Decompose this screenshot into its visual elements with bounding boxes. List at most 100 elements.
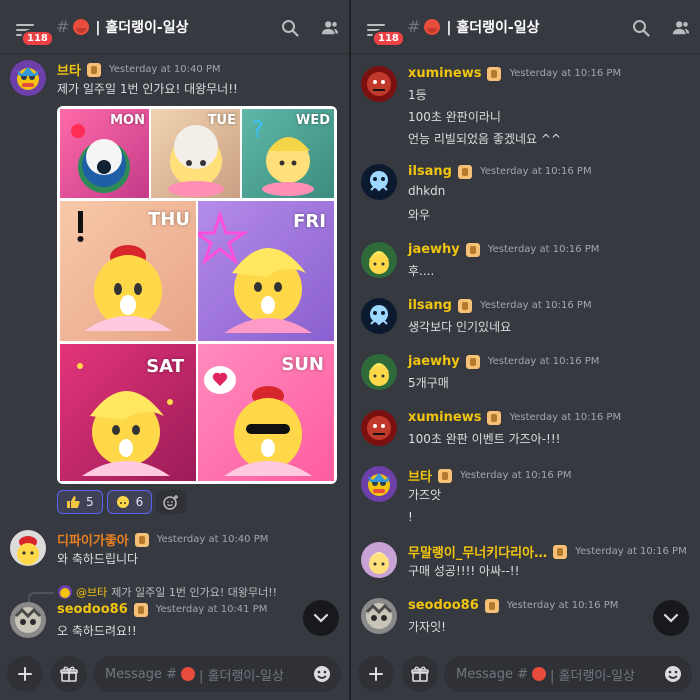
role-icon [133, 602, 148, 617]
members-icon[interactable] [672, 19, 690, 37]
author-name[interactable]: 디파이가좋아 [57, 530, 129, 549]
message-item: xuminews Yesterday at 10:16 PM 1등 100초 완판… [351, 66, 700, 152]
message-text: 후.... [408, 264, 435, 278]
author-name[interactable]: 브타 [408, 466, 432, 485]
add-attachment-button[interactable] [7, 656, 43, 692]
author-name[interactable]: ilsang [408, 164, 452, 179]
message-composer: Message # | 홀더랭이-일상 [351, 648, 700, 700]
role-icon [487, 66, 502, 81]
channel-name[interactable]: | 홀더랭이-일상 [446, 17, 539, 37]
chevron-down-icon [313, 613, 329, 623]
reaction-count: 5 [86, 495, 94, 509]
tile-fri: FRI [198, 201, 334, 341]
message-input[interactable]: Message # | 홀더랭이-일상 [444, 656, 692, 692]
octopus-emoji-icon [73, 18, 90, 35]
notification-badge: 118 [372, 29, 405, 47]
avatar[interactable] [361, 598, 397, 634]
message-item: 브타 Yesterday at 10:40 PM 제가 일주일 1번 인가요! … [0, 60, 349, 520]
gift-button[interactable] [402, 656, 438, 692]
emoji-picker-icon[interactable] [664, 665, 682, 683]
gift-icon [411, 666, 429, 682]
left-chat-pane: 118 # | 홀더랭이-일상 브타 Yesterday at 10:40 PM… [0, 0, 349, 700]
reaction-thumbs-up[interactable]: 5 [57, 490, 103, 514]
message-text: 와 축하드립니다 [57, 552, 139, 566]
add-reaction-button[interactable] [156, 490, 187, 514]
message-text: 1등 [408, 88, 427, 102]
placeholder-channel: | 홀더랭이-일상 [550, 668, 635, 684]
image-attachment[interactable]: MON TUE WED ? THU FRI SAT SUN [57, 106, 337, 484]
reply-connector [28, 592, 54, 602]
reaction-bar: 5 6 [57, 490, 187, 514]
avatar[interactable] [361, 66, 397, 102]
author-name[interactable]: 무말랭이_무너키다리아… [408, 542, 547, 561]
message-list: 브타 Yesterday at 10:40 PM 제가 일주일 1번 인가요! … [0, 54, 349, 648]
menu-button[interactable]: 118 [351, 0, 405, 54]
timestamp: Yesterday at 10:16 PM [459, 470, 572, 481]
channel-hash-icon: # [407, 17, 421, 36]
reply-avatar [58, 585, 72, 599]
gift-icon [60, 666, 78, 682]
timestamp: Yesterday at 10:16 PM [506, 600, 619, 611]
message-item: jaewhy Yesterday at 10:16 PM 5개구매 [351, 354, 700, 394]
members-icon[interactable] [321, 19, 339, 37]
author-name[interactable]: ilsang [408, 298, 452, 313]
timestamp: Yesterday at 10:16 PM [487, 356, 600, 367]
timestamp: Yesterday at 10:16 PM [575, 546, 687, 557]
message-list: xuminews Yesterday at 10:16 PM 1등 100초 완판… [351, 54, 700, 648]
avatar[interactable] [361, 542, 397, 578]
tile-tue: TUE [151, 109, 240, 198]
menu-button[interactable]: 118 [0, 0, 54, 54]
reply-text: 제가 일주일 1번 인가요! 대왕무너!! [111, 586, 278, 599]
message-item: jaewhy Yesterday at 10:16 PM 후.... [351, 242, 700, 282]
gift-button[interactable] [51, 656, 87, 692]
avatar[interactable] [361, 466, 397, 502]
avatar[interactable] [361, 298, 397, 334]
tile-sat: SAT [60, 344, 196, 481]
avatar[interactable] [10, 602, 46, 638]
timestamp: Yesterday at 10:16 PM [487, 244, 600, 255]
role-icon [465, 242, 480, 257]
avatar[interactable] [361, 242, 397, 278]
message-text: 생각보다 인기있네요 [408, 320, 512, 334]
message-text: 오 축하드려요!! [57, 624, 137, 638]
message-text: 가자잇! [408, 620, 446, 634]
author-name[interactable]: jaewhy [408, 242, 460, 257]
search-icon[interactable] [281, 19, 299, 37]
message-input[interactable]: Message # | 홀더랭이-일상 [93, 656, 341, 692]
message-text: 언능 리빌되었음 좋겠네요 ^^ [408, 132, 561, 146]
message-item: 디파이가좋아 Yesterday at 10:40 PM 와 축하드립니다 [0, 530, 349, 574]
search-icon[interactable] [632, 19, 650, 37]
emoji-picker-icon[interactable] [313, 665, 331, 683]
tile-wed: WED ? [242, 109, 334, 198]
octopus-emoji-icon [181, 667, 196, 681]
tile-sun: SUN [198, 344, 334, 481]
author-name[interactable]: xuminews [408, 410, 481, 425]
avatar[interactable] [361, 164, 397, 200]
add-attachment-button[interactable] [358, 656, 394, 692]
reaction-octopus[interactable]: 6 [106, 490, 153, 514]
avatar[interactable] [361, 410, 397, 446]
author-name[interactable]: seodoo86 [408, 598, 479, 613]
notification-badge: 118 [21, 29, 54, 47]
thumbs-up-icon [67, 496, 80, 508]
avatar[interactable] [10, 60, 46, 96]
message-text: 가즈앗 [408, 488, 442, 502]
message-text: 제가 일주일 1번 인가요! 대왕무너!! [57, 82, 238, 96]
message-composer: Message # | 홀더랭이-일상 [0, 648, 349, 700]
author-name[interactable]: 브타 [57, 60, 81, 79]
scroll-to-bottom-button[interactable] [303, 600, 339, 636]
role-icon [465, 354, 480, 369]
avatar[interactable] [10, 530, 46, 566]
avatar[interactable] [361, 354, 397, 390]
author-name[interactable]: xuminews [408, 66, 481, 81]
message-item: ilsang Yesterday at 10:16 PM dhkdn 와우 [351, 164, 700, 222]
author-name[interactable]: seodoo86 [57, 602, 128, 617]
placeholder-prefix: Message # [456, 666, 529, 682]
reply-preview[interactable]: @브타 제가 일주일 1번 인가요! 대왕무너!! [58, 584, 277, 600]
scroll-to-bottom-button[interactable] [653, 600, 689, 636]
channel-name[interactable]: | 홀더랭이-일상 [95, 17, 188, 37]
reply-author: @브타 [76, 586, 108, 599]
author-name[interactable]: jaewhy [408, 354, 460, 369]
message-item: 무말랭이_무너키다리아… Yesterday at 10:16 PM 구매 성공!… [351, 542, 700, 582]
placeholder-channel: | 홀더랭이-일상 [199, 668, 284, 684]
